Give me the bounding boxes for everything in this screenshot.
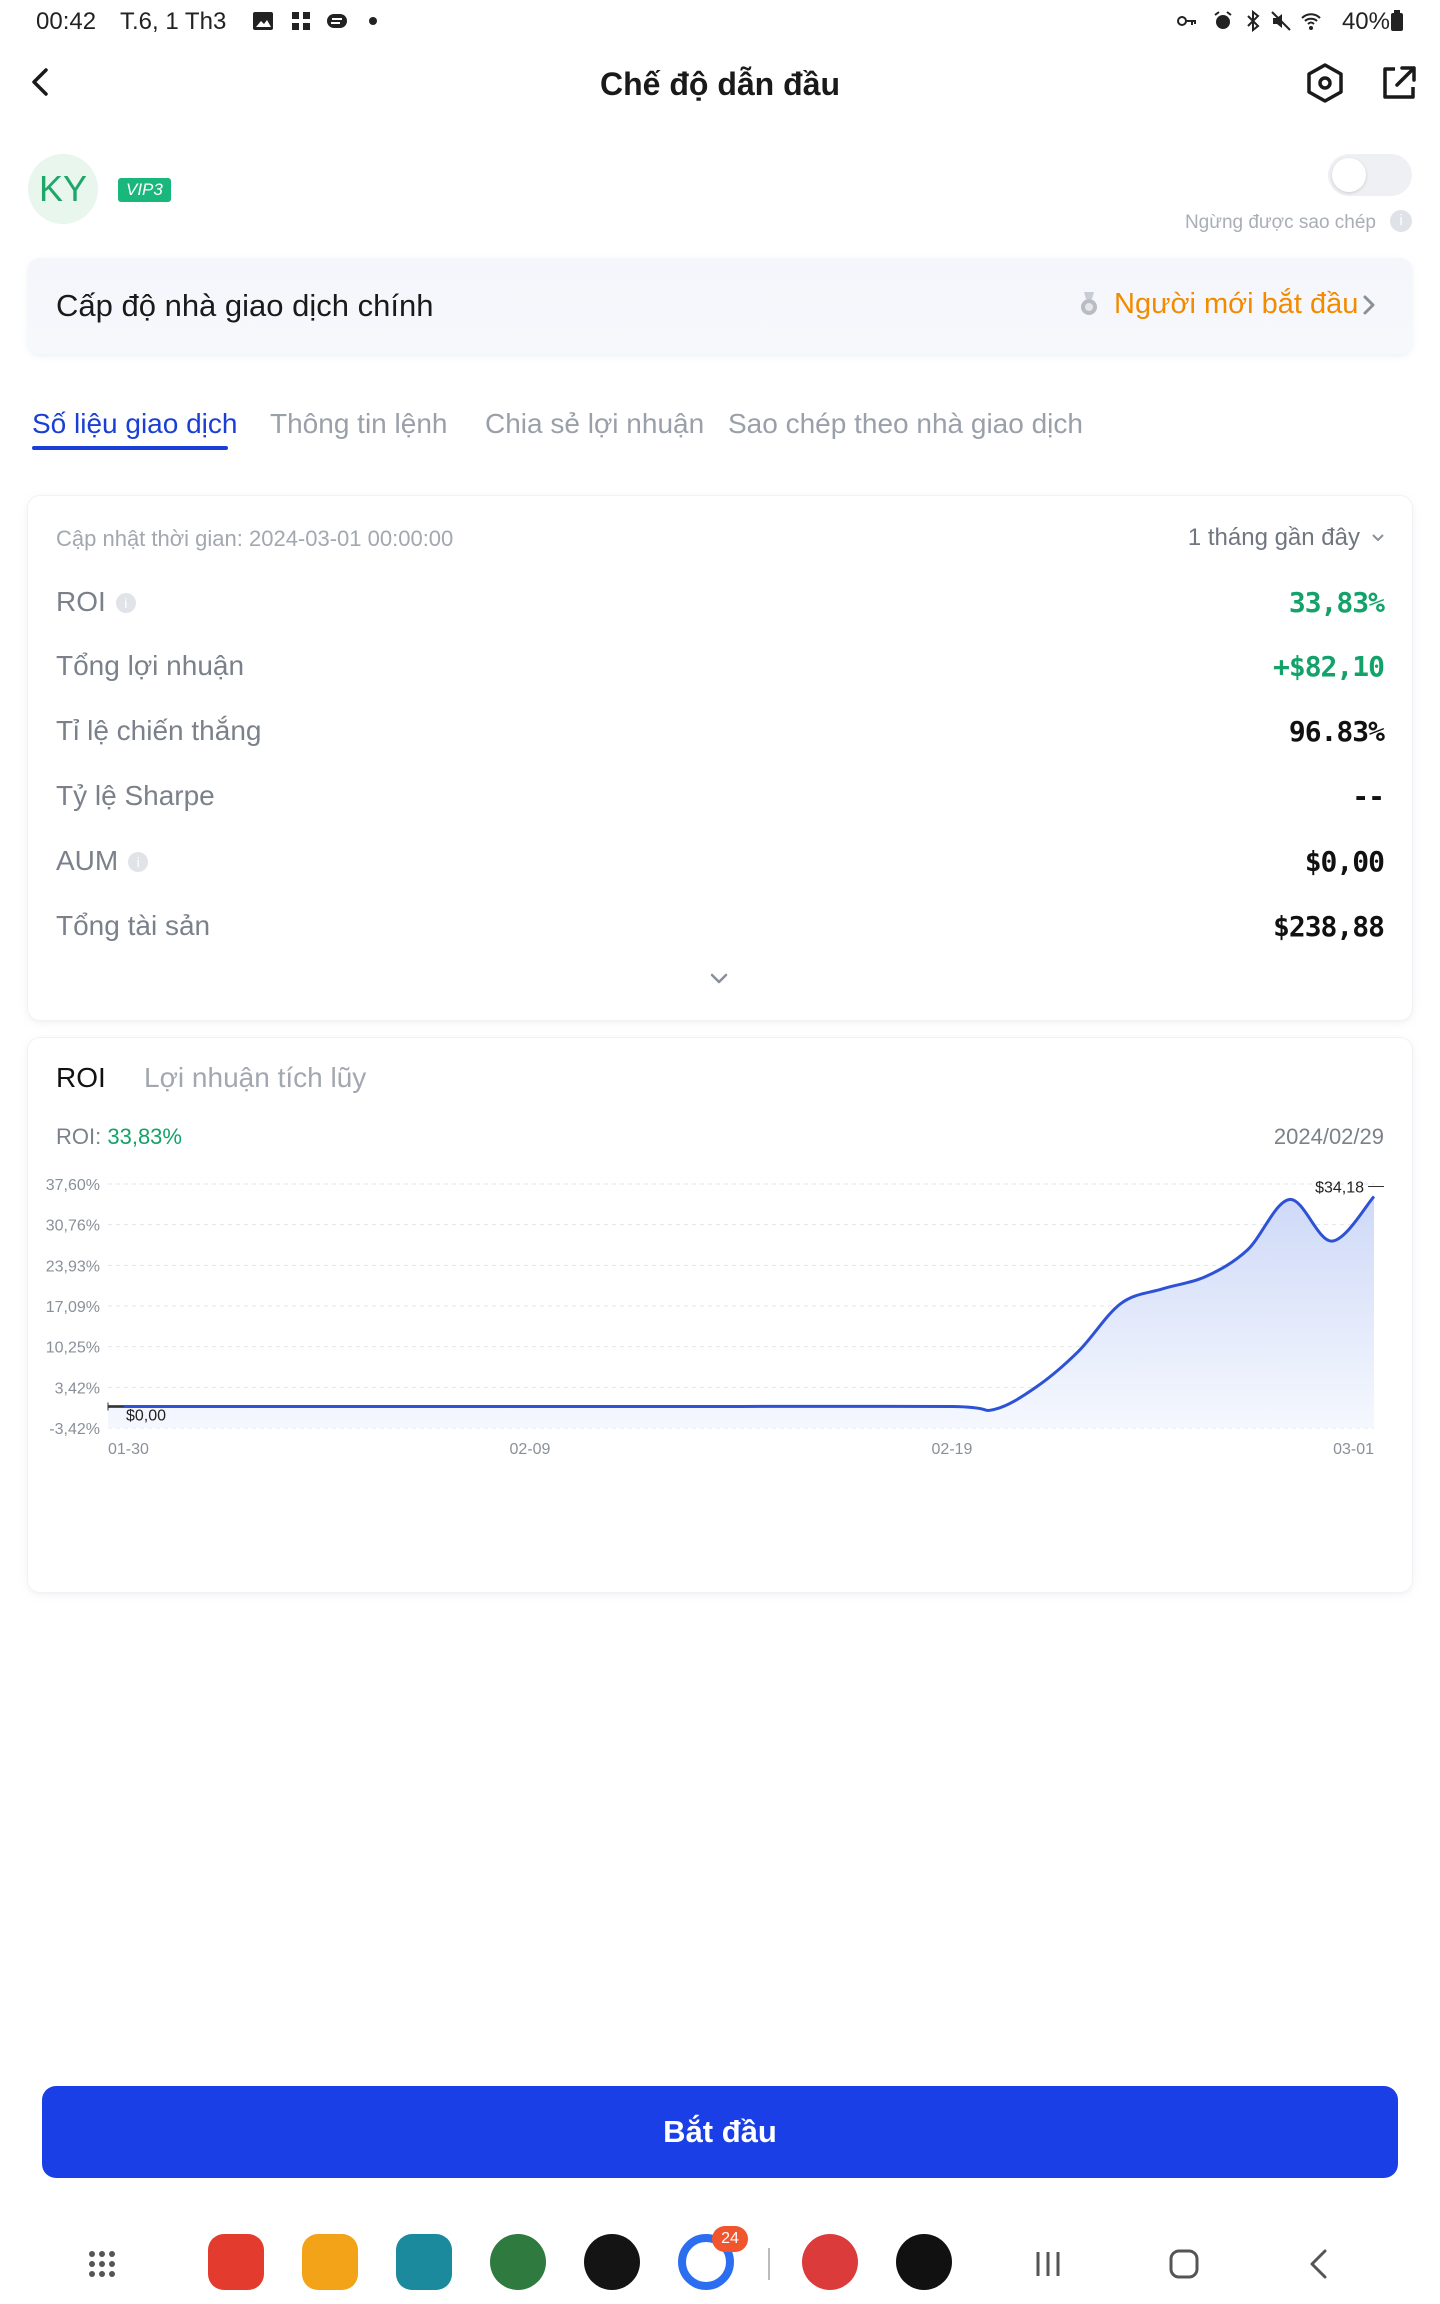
expressvpn-status-icon	[327, 14, 347, 28]
notification-badge: 24	[712, 2226, 748, 2252]
trading-stats-card: Cập nhật thời gian: 2024-03-01 00:00:00 …	[28, 496, 1412, 1020]
chart-tab-roi[interactable]: ROI	[56, 1062, 106, 1094]
home-icon[interactable]	[1164, 2244, 1204, 2284]
dot-icon	[369, 17, 377, 25]
share-icon[interactable]	[1378, 62, 1420, 104]
tradingview-app-icon[interactable]	[584, 2234, 640, 2290]
tab-trading-data[interactable]: Số liệu giao dịch	[32, 408, 237, 440]
tiktok-app-icon[interactable]	[896, 2234, 952, 2290]
info-icon[interactable]: i	[115, 593, 136, 613]
info-icon[interactable]: i	[128, 852, 149, 872]
tab-copy-traders[interactable]: Sao chép theo nhà giao dịch	[728, 408, 1083, 440]
stat-label-text: ROI	[56, 586, 106, 617]
y-tick-label: 17,09%	[46, 1299, 100, 1316]
stat-label: Tỉ lệ chiến thắng	[56, 715, 262, 746]
status-time: 00:42	[36, 8, 97, 35]
period-label: 1 tháng gần đây	[1187, 524, 1360, 551]
y-tick-label: 37,60%	[46, 1177, 100, 1194]
copy-toggle[interactable]	[1328, 154, 1412, 196]
roi-summary-label: ROI:	[56, 1124, 102, 1149]
nav-back-icon[interactable]	[1300, 2244, 1340, 2284]
stat-label: Tổng lợi nhuận	[56, 650, 245, 681]
stat-row-roi: ROI i 33,83%	[56, 578, 1385, 628]
gallery-icon	[253, 12, 273, 30]
roi-summary-value: 33,83%	[107, 1124, 182, 1149]
x-tick-label: 03-01	[1333, 1441, 1374, 1458]
tab-order-info[interactable]: Thông tin lệnh	[270, 408, 447, 440]
photos-app-icon[interactable]	[490, 2234, 546, 2290]
dock-divider	[768, 2248, 770, 2280]
chart-tab-cumulative-profit[interactable]: Lợi nhuận tích lũy	[144, 1062, 366, 1094]
recent-apps-icon[interactable]	[1028, 2244, 1068, 2284]
info-icon[interactable]: i	[1390, 210, 1412, 232]
stat-value: $238,88	[1272, 910, 1385, 943]
puzzle-icon	[292, 12, 310, 30]
app-drawer-icon[interactable]	[82, 2244, 122, 2284]
period-dropdown[interactable]: 1 tháng gần đây	[1188, 524, 1384, 552]
page-title: Chế độ dẫn đầu	[600, 66, 840, 102]
chevron-down-icon	[1372, 534, 1384, 542]
vip-badge: VIP3	[118, 178, 171, 202]
roi-area-fill	[108, 1196, 1374, 1428]
max-value-label: $34,18	[1315, 1179, 1364, 1196]
stat-value: --	[1352, 780, 1385, 813]
bluetooth-icon	[1247, 10, 1260, 32]
avatar: KY	[28, 154, 98, 224]
stat-row-total-profit: Tổng lợi nhuận +$82,10	[56, 642, 1385, 692]
active-tab-indicator	[32, 446, 228, 450]
level-value: Người mới bắt đầu	[1114, 288, 1359, 320]
y-tick-label: 30,76%	[46, 1218, 100, 1235]
notes-app-icon[interactable]	[208, 2234, 264, 2290]
settings-hexagon-icon[interactable]	[1304, 62, 1346, 104]
tab-profit-share[interactable]: Chia sẻ lợi nhuận	[485, 408, 704, 440]
stat-label: Tỷ lệ Sharpe	[56, 780, 215, 811]
stat-label: AUM i	[56, 845, 149, 877]
battery-icon	[1391, 10, 1403, 31]
status-bar: 00:42 T.6, 1 Th3 40%	[0, 0, 1440, 44]
stat-row-aum: AUM i $0,00	[56, 837, 1385, 887]
y-tick-label: 3,42%	[55, 1380, 100, 1397]
stat-label: ROI i	[56, 586, 136, 618]
stat-value: $0,00	[1304, 845, 1385, 878]
chart-date: 2024/02/29	[1273, 1124, 1384, 1149]
y-tick-label: 23,93%	[46, 1258, 100, 1275]
medal-icon	[1081, 292, 1097, 315]
stat-value: 33,83%	[1288, 586, 1385, 619]
expressvpn-app-icon[interactable]	[802, 2234, 858, 2290]
stat-label: Tổng tài sản	[56, 910, 211, 941]
y-tick-label: 10,25%	[46, 1340, 100, 1357]
key-icon	[1177, 16, 1196, 26]
x-tick-label: 02-09	[510, 1441, 551, 1458]
stat-value: +$82,10	[1272, 650, 1385, 683]
trader-level-card[interactable]: Cấp độ nhà giao dịch chính Người mới bắt…	[28, 258, 1412, 354]
stat-row-win-rate: Tỉ lệ chiến thắng 96.83%	[56, 707, 1385, 757]
expand-chevron-icon[interactable]	[708, 972, 730, 986]
x-tick-label: 01-30	[108, 1441, 149, 1458]
calendar-app-icon[interactable]	[396, 2234, 452, 2290]
status-date: T.6, 1 Th3	[120, 8, 227, 35]
copy-status-label: Ngừng được sao chép	[1184, 212, 1376, 233]
y-tick-label: -3,42%	[49, 1421, 100, 1438]
update-time: Cập nhật thời gian: 2024-03-01 00:00:00	[56, 526, 454, 551]
files-app-icon[interactable]	[302, 2234, 358, 2290]
wifi-icon	[1301, 13, 1321, 30]
battery-level: 40%	[1341, 8, 1390, 35]
chevron-right-icon	[1363, 295, 1375, 315]
stat-row-sharpe: Tỷ lệ Sharpe --	[56, 772, 1385, 822]
min-value-label: $0,00	[126, 1407, 166, 1424]
mute-icon	[1271, 11, 1291, 31]
stat-row-total-assets: Tổng tài sản $238,88	[56, 902, 1385, 952]
alarm-icon	[1214, 11, 1232, 29]
toggle-knob	[1332, 158, 1366, 192]
x-tick-label: 02-19	[932, 1441, 973, 1458]
stat-label-text: AUM	[56, 845, 119, 876]
level-label: Cấp độ nhà giao dịch chính	[56, 288, 434, 323]
start-button[interactable]: Bắt đầu	[42, 2086, 1398, 2178]
roi-chart-card: ROI Lợi nhuận tích lũy ROI: 33,83% 2024/…	[28, 1038, 1412, 1592]
stat-value: 96.83%	[1288, 715, 1385, 748]
roi-summary: ROI: 33,83%	[56, 1124, 182, 1150]
roi-chart[interactable]: 37,60% 30,76% 23,93% 17,09% 10,25% 3,42% -3,42…	[28, 1156, 1412, 1576]
